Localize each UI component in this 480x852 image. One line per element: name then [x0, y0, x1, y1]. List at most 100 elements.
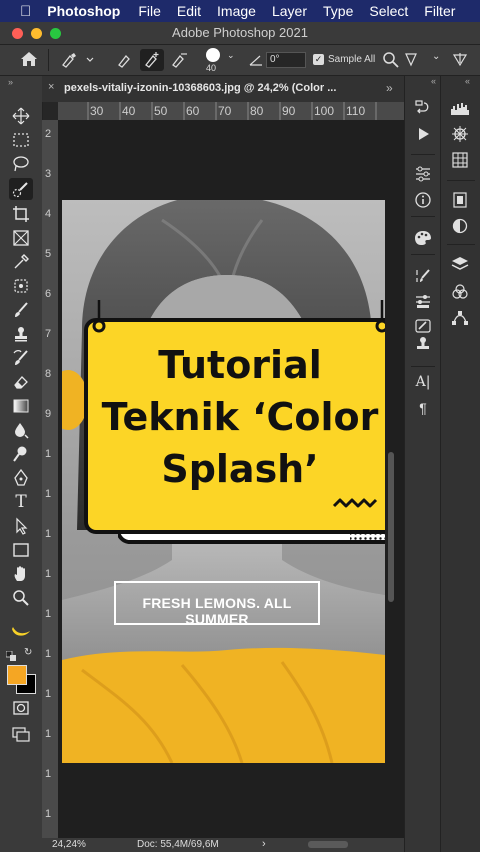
add-to-selection-icon[interactable] [140, 49, 164, 71]
subtract-from-selection-icon[interactable] [168, 49, 190, 71]
brush-size-picker[interactable]: 40 ⌄ [200, 46, 240, 74]
adjustments-circle-icon[interactable] [450, 216, 470, 236]
horizontal-ruler: 30 40 50 60 70 80 90 100 110 [58, 102, 404, 121]
chevron-down-icon: ⌄ [227, 50, 235, 60]
ruler-tick: 60 [186, 104, 200, 118]
brush-settings-icon[interactable] [413, 266, 433, 286]
menu-select[interactable]: Select [369, 3, 408, 19]
swap-colors-icon[interactable]: ↻ [24, 647, 32, 658]
default-colors-icon[interactable] [5, 648, 16, 661]
menu-type[interactable]: Type [323, 3, 353, 19]
histogram-icon[interactable] [450, 98, 470, 118]
ruler-tick: 1 [45, 448, 52, 460]
clone-stamp-tool-icon[interactable] [11, 324, 31, 344]
ruler-tick: 100 [314, 104, 335, 118]
quick-mask-icon[interactable] [11, 698, 31, 718]
banana-icon[interactable] [11, 622, 31, 642]
menu-app-photoshop[interactable]: Photoshop [47, 3, 120, 19]
blur-tool-icon[interactable] [11, 420, 31, 440]
type-tool-icon[interactable]: T [11, 492, 31, 512]
gradient-tool-icon[interactable] [11, 396, 31, 416]
menu-layer[interactable]: Layer [272, 3, 307, 19]
clone-source-icon[interactable] [413, 292, 433, 312]
vertical-scrollbar[interactable] [388, 452, 394, 602]
screen-mode-icon[interactable] [11, 724, 31, 744]
hand-tool-icon[interactable] [11, 564, 31, 584]
menu-file[interactable]: File [138, 3, 161, 19]
tool-presets-icon[interactable] [413, 316, 433, 336]
spot-healing-tool-icon[interactable] [11, 276, 31, 296]
crop-tool-icon[interactable] [11, 204, 31, 224]
navigator-icon[interactable] [450, 124, 470, 144]
quick-selection-tool-icon[interactable] [9, 178, 33, 200]
zoom-level[interactable]: 24,24% [52, 839, 86, 850]
layers-icon[interactable] [450, 254, 470, 274]
search-icon[interactable] [382, 51, 400, 69]
window-titlebar: Adobe Photoshop 2021 [0, 22, 480, 45]
new-selection-icon[interactable] [114, 49, 136, 71]
eraser-tool-icon[interactable] [11, 372, 31, 392]
angle-input[interactable]: 0° [266, 52, 306, 68]
move-tool-icon[interactable] [11, 106, 31, 126]
right-panel-strip-2: « [440, 76, 480, 852]
pen-tool-icon[interactable] [11, 468, 31, 488]
tool-preset-picker[interactable] [60, 51, 96, 69]
swatches-icon[interactable] [450, 150, 470, 170]
channels-icon[interactable] [450, 282, 470, 302]
brush-tool-icon[interactable] [11, 300, 31, 320]
paragraph-panel-icon[interactable]: A| [413, 372, 433, 392]
marquee-tool-icon[interactable] [11, 130, 31, 150]
status-menu-chevron-icon[interactable]: › [262, 838, 266, 850]
menu-image[interactable]: Image [217, 3, 256, 19]
banner-text: FRESH LEMONS. ALL SUMMER [142, 595, 292, 627]
menu-edit[interactable]: Edit [177, 3, 201, 19]
clone-stamp-panel-icon[interactable] [413, 334, 433, 354]
lasso-tool-icon[interactable] [11, 154, 31, 174]
mac-menubar:  Photoshop File Edit Image Layer Type S… [0, 0, 480, 22]
document-tab[interactable]: × pexels-vitaliy-izonin-10368603.jpg @ 2… [42, 76, 404, 102]
frame-tool-icon[interactable] [11, 228, 31, 248]
ruler-tick: 5 [45, 248, 52, 260]
ruler-tick: 30 [90, 104, 104, 118]
info-icon[interactable] [413, 190, 433, 210]
adjustments-icon[interactable] [413, 164, 433, 184]
foreground-color-swatch[interactable] [7, 665, 27, 685]
ruler-tick: 1 [45, 568, 52, 580]
zigzag-icon [332, 496, 382, 510]
libraries-icon[interactable] [450, 190, 470, 210]
history-brush-tool-icon[interactable] [11, 348, 31, 368]
angle-icon [248, 53, 264, 67]
collapse-panel-icon[interactable]: « [465, 76, 470, 86]
tab-overflow-icon[interactable]: » [386, 81, 393, 95]
ruler-tick: 80 [250, 104, 264, 118]
zoom-tool-icon[interactable] [11, 588, 31, 608]
paths-icon[interactable] [450, 308, 470, 328]
workspace-chevron-icon[interactable]: ⌄ [432, 51, 440, 62]
menu-filter[interactable]: Filter [424, 3, 455, 19]
ruler-tick: 90 [282, 104, 296, 118]
collapse-panel-icon[interactable]: « [431, 76, 436, 86]
history-icon[interactable] [413, 98, 433, 118]
refine-edge-icon[interactable] [404, 51, 418, 69]
path-selection-tool-icon[interactable] [11, 516, 31, 536]
right-panel-strip: « A| ¶ [404, 76, 441, 852]
ruler-tick: 3 [45, 168, 52, 180]
rectangle-tool-icon[interactable] [11, 540, 31, 560]
apple-icon[interactable]:  [20, 3, 31, 20]
color-palette-icon[interactable] [413, 228, 433, 248]
share-icon[interactable] [450, 51, 470, 69]
sign-hanger-left [89, 300, 109, 334]
collapse-panel-icon[interactable]: » [8, 77, 13, 87]
ruler-tick: 1 [45, 608, 52, 620]
horizontal-scrollbar[interactable] [308, 841, 348, 848]
sample-all-checkbox[interactable]: ✓ [313, 54, 324, 65]
close-tab-icon[interactable]: × [48, 81, 54, 93]
dodge-tool-icon[interactable] [11, 444, 31, 464]
pilcrow-icon[interactable]: ¶ [413, 398, 433, 418]
document-canvas[interactable]: Tutorial Teknik ‘Color Splash’ FRESH LEM… [62, 200, 385, 763]
eyedropper-tool-icon[interactable] [11, 252, 31, 272]
actions-play-icon[interactable] [413, 124, 433, 144]
fresh-lemons-banner: FRESH LEMONS. ALL SUMMER [114, 581, 320, 627]
ruler-tick: 40 [122, 104, 136, 118]
home-icon[interactable] [20, 51, 40, 69]
